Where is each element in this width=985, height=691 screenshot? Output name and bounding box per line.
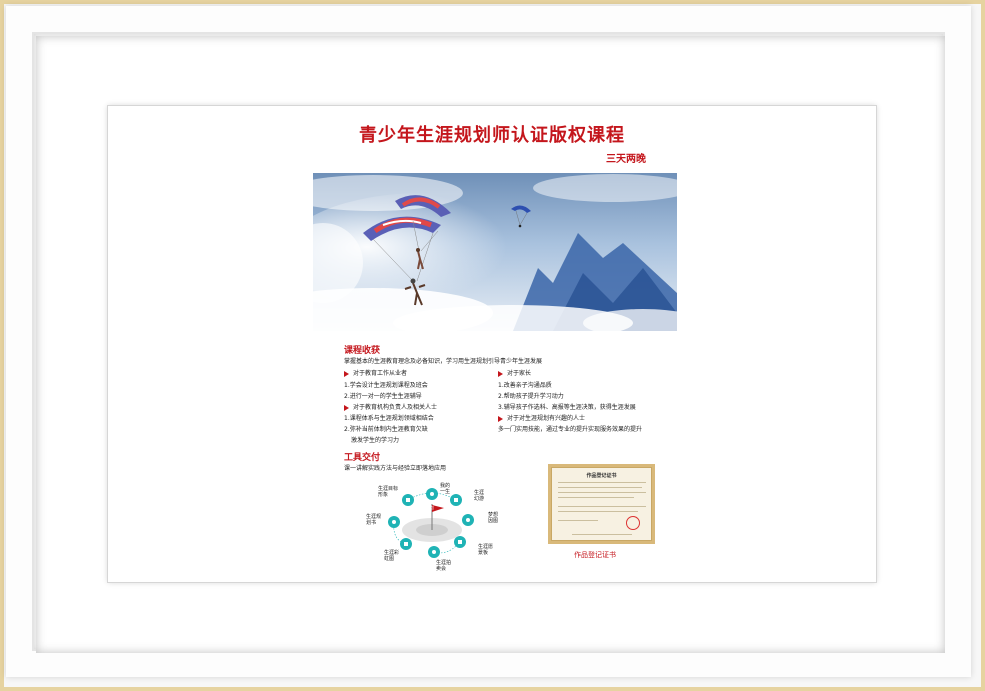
hero-image xyxy=(313,173,677,331)
red-triangle-icon xyxy=(344,370,349,377)
tools-heading: 工具交付 xyxy=(344,453,381,463)
bullet-parents: 对于家长 xyxy=(498,368,531,377)
red-triangle-icon xyxy=(344,404,349,411)
course-gains-heading: 课程收获 xyxy=(344,346,381,356)
bullet-institution-leaders: 对于教育机构负责人及相关人士 xyxy=(344,402,437,411)
poster-title: 青少年生涯规划师认证版权课程 xyxy=(359,125,625,146)
bullet-education-workers: 对于教育工作从业者 xyxy=(344,368,407,377)
right-line-3: 3.辅导孩子作选科、高报等生涯决策，获得生涯发展 xyxy=(498,404,636,411)
tools-intro: 课一讲解实践方法与经验立即落地应用 xyxy=(344,465,447,472)
left-line-1: 1.学会设计生涯规划课程及班会 xyxy=(344,382,428,389)
bullet-label: 对于对生涯规划有兴趣的人士 xyxy=(507,415,586,422)
certificate-caption: 作品登记证书 xyxy=(574,551,616,559)
bullet-label: 对于教育机构负责人及相关人士 xyxy=(353,404,438,411)
red-triangle-icon xyxy=(498,415,503,422)
right-line-4: 多一门实用技能，通过专业的提升实现服务效果的提升 xyxy=(498,426,643,433)
tool-label-career-fantasy: 生涯幻游 xyxy=(474,490,485,502)
right-line-1: 1.改善亲子沟通品质 xyxy=(498,382,552,389)
course-gains-intro: 掌握基本的生涯教育理念及必备知识，学习用生涯规划引导青少年生涯发展 xyxy=(344,358,543,365)
red-triangle-icon xyxy=(498,370,503,377)
tool-label-plan-book: 生涯规划书 xyxy=(366,514,382,526)
bullet-label: 对于教育工作从业者 xyxy=(353,370,408,377)
tool-label-vision-board: 生涯愿景板 xyxy=(478,544,494,556)
poster-subtitle: 三天两晚 xyxy=(606,154,646,165)
bullet-interested-people: 对于对生涯规划有兴趣的人士 xyxy=(498,413,585,422)
certificate-title: 作品登记证书 xyxy=(586,473,617,479)
tool-label-goal-image: 生涯目标形象 xyxy=(378,486,399,498)
left-line-3: 1.课程体系与生涯规划领域相结合 xyxy=(344,415,434,422)
tool-center-label: 工具包 xyxy=(422,505,434,510)
bullet-label: 对于家长 xyxy=(507,370,532,377)
tool-label-rainbow: 生涯彩虹图 xyxy=(384,550,400,562)
certificate-image: 作品登记证书 xyxy=(548,464,655,544)
poster: 青少年生涯规划师认证版权课程 三天两晚 课程收获 掌握基本的生涯教育理念及必备知… xyxy=(108,106,876,582)
parachute-sky-illustration xyxy=(313,173,677,331)
right-line-2: 2.帮助孩子提升学习动力 xyxy=(498,393,564,400)
left-line-4: 2.弥补当前体制内生涯教育欠缺 xyxy=(344,426,428,433)
tool-label-my-life: 我的一生 xyxy=(440,483,451,495)
left-line-5: 激发学生的学习力 xyxy=(351,437,400,444)
tool-label-dream-map: 梦想因图 xyxy=(488,512,499,524)
tool-label-auction: 生涯拍卖会 xyxy=(436,560,452,572)
left-line-2: 2.进行一对一的学生生涯辅导 xyxy=(344,393,422,400)
red-seal-icon xyxy=(626,516,640,530)
tools-diagram: 工具包 我的一生 生涯幻游 梦想因图 生涯愿景板 生涯拍卖会 生涯彩虹图 生涯规… xyxy=(344,474,514,576)
